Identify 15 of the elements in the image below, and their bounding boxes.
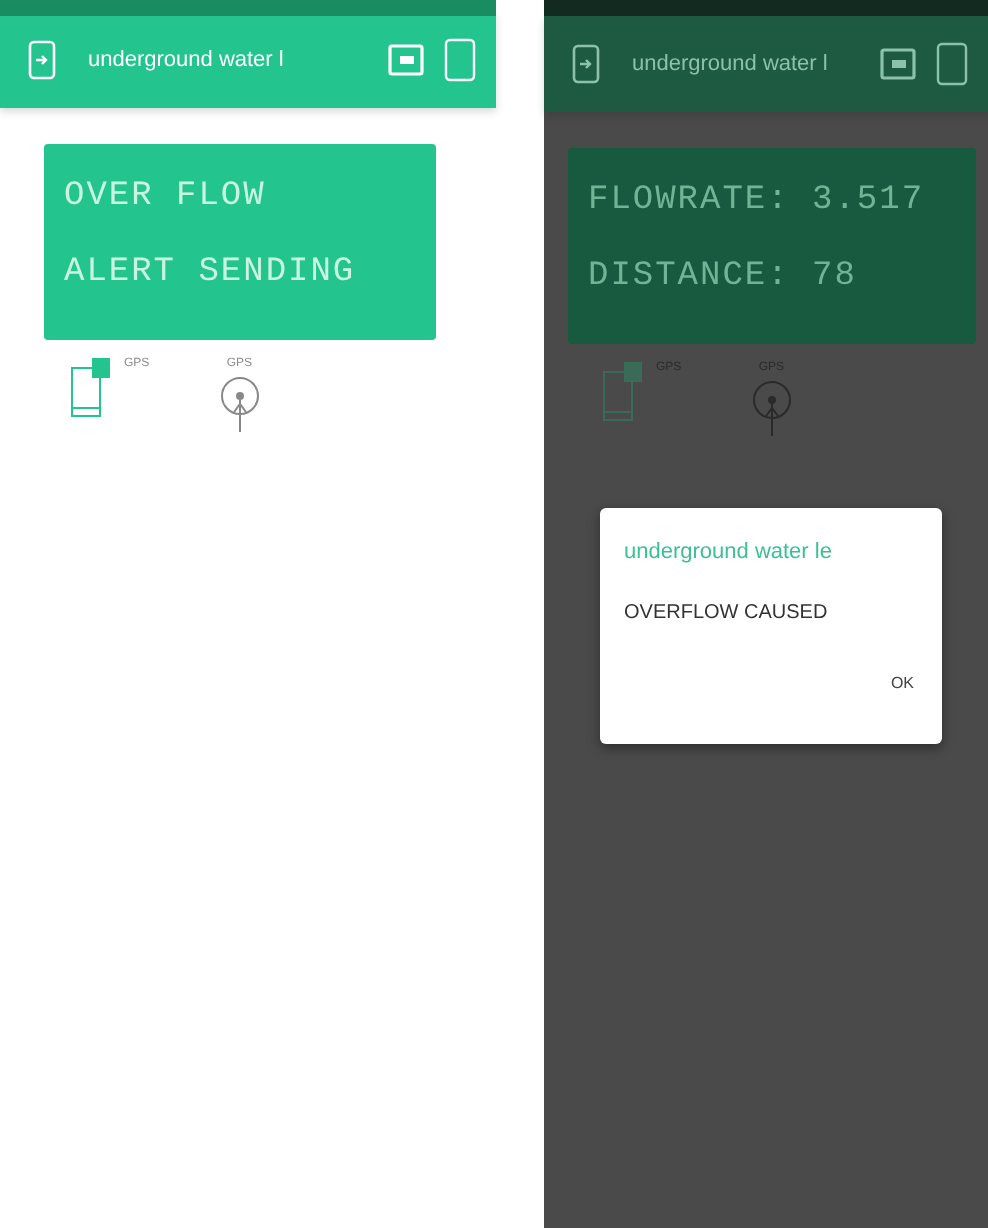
- dialog-message: OVERFLOW CAUSED: [624, 599, 830, 627]
- card-icon[interactable]: [388, 44, 428, 76]
- lcd-text: DISTANCE: 78: [588, 256, 857, 301]
- ok-button[interactable]: OK: [890, 672, 914, 696]
- location-icon[interactable]: [217, 374, 262, 434]
- lcd-text: ALERT SENDING: [64, 252, 356, 297]
- device-icon[interactable]: [572, 44, 600, 84]
- card-icon[interactable]: [880, 48, 920, 80]
- square-icon[interactable]: [936, 42, 968, 86]
- dialog-title: underground water le: [624, 538, 834, 568]
- app-title: underground water l: [630, 49, 828, 80]
- lcd-text: FLOWRATE: 3.517: [588, 180, 925, 224]
- lcd-text: OVER FLOW: [64, 176, 266, 220]
- app-title: underground water l: [86, 45, 284, 76]
- location-icon[interactable]: [749, 378, 794, 438]
